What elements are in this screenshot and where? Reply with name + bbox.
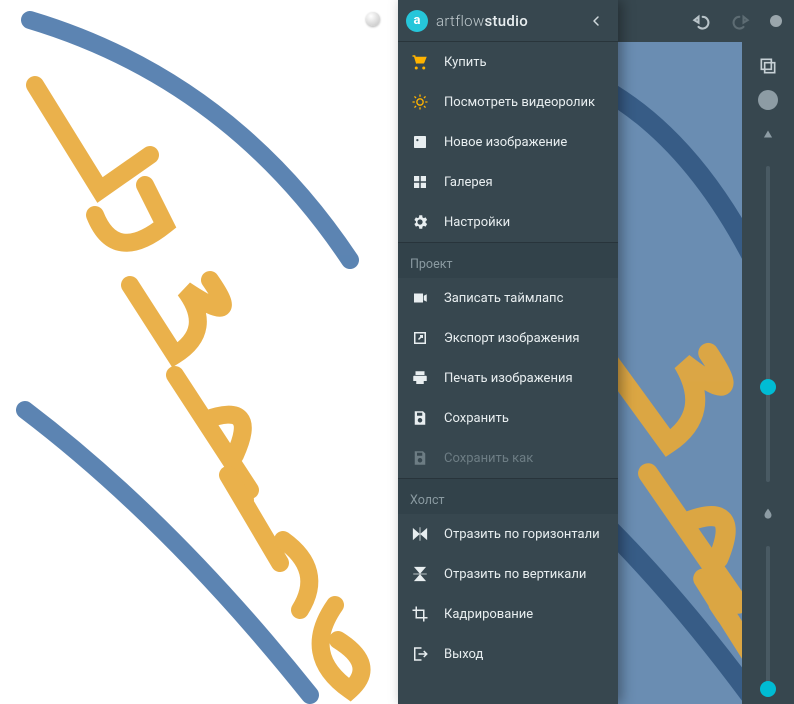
chevron-left-icon — [588, 13, 604, 29]
menu-item-settings[interactable]: Настройки — [398, 202, 618, 242]
menu-label: Купить — [444, 55, 606, 70]
menu-item-watch-video[interactable]: Посмотреть видеоролик — [398, 82, 618, 122]
menu-item-export[interactable]: Экспорт изображения — [398, 318, 618, 358]
crop-icon — [410, 604, 430, 624]
status-dot-icon — [770, 15, 782, 27]
save-icon — [410, 408, 430, 428]
slider-track-size — [766, 166, 770, 482]
layers-button[interactable] — [754, 52, 782, 80]
menu-label: Новое изображение — [444, 135, 606, 150]
section-label-project: Проект — [398, 242, 618, 278]
drawing-preview — [0, 0, 398, 704]
menu-item-save[interactable]: Сохранить — [398, 398, 618, 438]
drawer-scroll: Купить Посмотреть видеоролик Новое изобр… — [398, 42, 618, 704]
menu-label: Печать изображения — [444, 371, 606, 386]
workspace-canvas[interactable] — [618, 42, 742, 704]
menu-item-save-as: Сохранить как — [398, 438, 618, 478]
menu-label: Выход — [444, 647, 606, 662]
exit-icon — [410, 644, 430, 664]
app-brand: artflowstudio — [436, 12, 574, 30]
brand-light: artflow — [436, 12, 484, 30]
menu-item-gallery[interactable]: Галерея — [398, 162, 618, 202]
menu-item-crop[interactable]: Кадрирование — [398, 594, 618, 634]
size-up-icon — [754, 120, 782, 148]
app-canvas-area — [618, 0, 794, 704]
menu-label: Галерея — [444, 175, 606, 190]
opacity-slider[interactable] — [742, 538, 794, 704]
flip-h-icon — [410, 524, 430, 544]
app-screen: a artflowstudio Купить Посмотреть видеор — [398, 0, 794, 704]
image-plus-icon — [410, 132, 430, 152]
menu-label: Отразить по вертикали — [444, 567, 606, 582]
menu-item-exit[interactable]: Выход — [398, 634, 618, 674]
slider-thumb-opacity[interactable] — [760, 681, 776, 697]
menu-item-print[interactable]: Печать изображения — [398, 358, 618, 398]
slider-track-opacity — [766, 546, 770, 696]
menu-item-buy[interactable]: Купить — [398, 42, 618, 82]
opacity-icon — [754, 500, 782, 528]
menu-item-flip-vertical[interactable]: Отразить по вертикали — [398, 554, 618, 594]
brush-size-slider[interactable] — [742, 158, 794, 490]
redo-button[interactable] — [730, 10, 752, 32]
gear-icon — [410, 212, 430, 232]
color-indicator[interactable] — [758, 90, 778, 110]
cart-icon — [410, 52, 430, 72]
menu-label: Записать таймлапс — [444, 291, 606, 306]
export-icon — [410, 328, 430, 348]
menu-label: Отразить по горизонтали — [444, 527, 606, 542]
menu-label: Сохранить — [444, 411, 606, 426]
sun-gear-icon — [410, 92, 430, 112]
workspace-drawing — [618, 42, 742, 704]
brand-bold: studio — [484, 12, 528, 30]
menu-label: Кадрирование — [444, 607, 606, 622]
left-canvas-preview — [0, 0, 398, 704]
corner-dot-icon — [366, 12, 380, 26]
section-label-canvas: Холст — [398, 478, 618, 514]
menu-label: Посмотреть видеоролик — [444, 95, 606, 110]
undo-button[interactable] — [690, 10, 712, 32]
grid-icon — [410, 172, 430, 192]
printer-icon — [410, 368, 430, 388]
menu-item-flip-horizontal[interactable]: Отразить по горизонтали — [398, 514, 618, 554]
menu-label: Сохранить как — [444, 451, 606, 466]
app-logo-icon: a — [406, 10, 428, 32]
main-menu-drawer: a artflowstudio Купить Посмотреть видеор — [398, 0, 618, 704]
drawer-header: a artflowstudio — [398, 0, 618, 42]
collapse-menu-button[interactable] — [582, 7, 610, 35]
menu-item-timelapse[interactable]: Записать таймлапс — [398, 278, 618, 318]
save-as-icon — [410, 448, 430, 468]
menu-item-new-image[interactable]: Новое изображение — [398, 122, 618, 162]
top-toolbar — [618, 0, 794, 42]
menu-label: Экспорт изображения — [444, 331, 606, 346]
camera-icon — [410, 288, 430, 308]
menu-label: Настройки — [444, 215, 606, 230]
slider-thumb-size[interactable] — [760, 379, 776, 395]
right-toolbar — [742, 42, 794, 704]
flip-v-icon — [410, 564, 430, 584]
